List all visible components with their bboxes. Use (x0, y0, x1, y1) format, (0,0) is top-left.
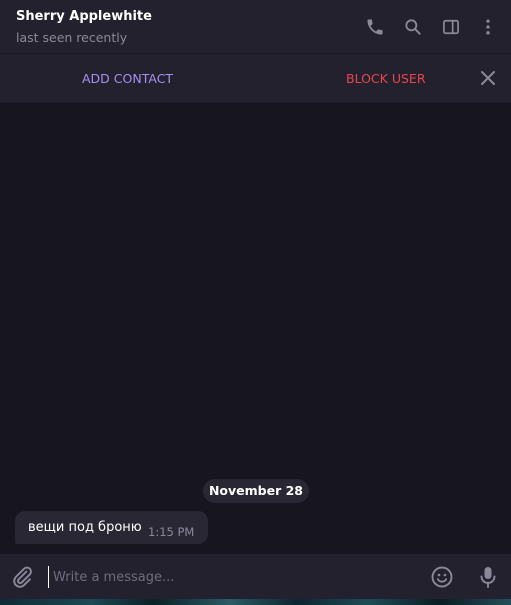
sidebar-toggle-icon[interactable] (441, 17, 461, 37)
add-contact-button[interactable]: ADD CONTACT (82, 71, 173, 86)
message-time: 1:15 PM (148, 525, 195, 539)
message-bubble[interactable]: вещи под броню 1:15 PM (15, 511, 208, 544)
wallpaper-strip (0, 599, 511, 605)
message-input[interactable] (48, 566, 413, 588)
more-vertical-icon[interactable] (478, 17, 498, 37)
message-text: вещи под броню (28, 520, 142, 535)
chat-header: Sherry Applewhite last seen recently (0, 0, 511, 54)
contact-name[interactable]: Sherry Applewhite (16, 9, 152, 24)
contact-action-bar: ADD CONTACT BLOCK USER (0, 54, 511, 103)
emoji-icon[interactable] (430, 565, 454, 589)
attach-icon[interactable] (10, 565, 34, 589)
date-separator: November 28 (203, 479, 309, 503)
close-icon[interactable] (480, 70, 496, 86)
block-user-button[interactable]: BLOCK USER (346, 71, 426, 86)
phone-icon[interactable] (365, 17, 385, 37)
contact-status: last seen recently (16, 30, 128, 45)
search-icon[interactable] (403, 17, 423, 37)
microphone-icon[interactable] (477, 565, 499, 589)
